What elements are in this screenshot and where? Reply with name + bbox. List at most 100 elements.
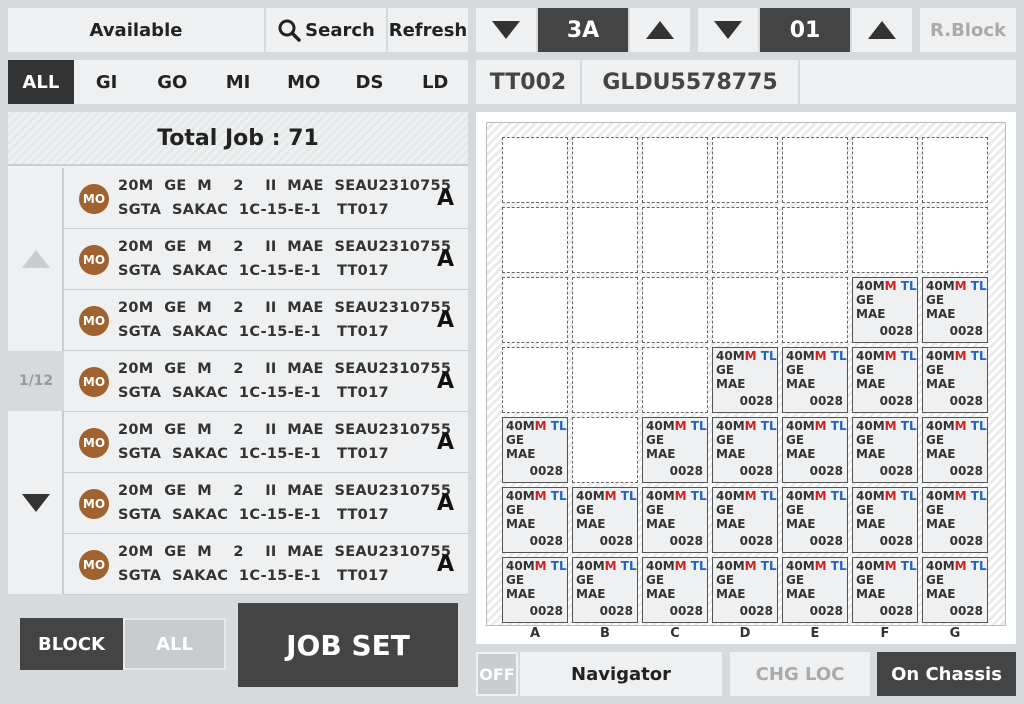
- slot-tl: TL: [970, 419, 987, 433]
- bay-slot-occupied[interactable]: 40MM TL GE MAE 0028: [852, 347, 918, 413]
- bay-slot-occupied[interactable]: 40MM TL GE MAE 0028: [782, 487, 848, 553]
- tab-gi[interactable]: GI: [74, 60, 140, 104]
- search-icon: [278, 19, 301, 42]
- bay-slot-occupied[interactable]: 40MM TL GE MAE 0028: [852, 417, 918, 483]
- tab-ds[interactable]: DS: [337, 60, 403, 104]
- bay-slot-empty[interactable]: [782, 277, 848, 343]
- bay-slot-occupied[interactable]: 40MM TL GE MAE 0028: [712, 347, 778, 413]
- tab-all[interactable]: ALL: [8, 60, 74, 104]
- slot-line-1: 40MM TL: [786, 489, 847, 503]
- bay-slot-empty[interactable]: [712, 137, 778, 203]
- on-chassis-label: On Chassis: [891, 663, 1002, 685]
- on-chassis-button[interactable]: On Chassis: [877, 652, 1016, 696]
- job-line-2: SGTA SAKAC 1C-15-E-1 TT017: [118, 202, 389, 218]
- bay-slot-occupied[interactable]: 40MM TL GE MAE 0028: [922, 487, 988, 553]
- bay-slot-empty[interactable]: [502, 347, 568, 413]
- bay-slot-empty[interactable]: [502, 207, 568, 273]
- slot-line-2: GE: [716, 503, 735, 517]
- bay-slot-occupied[interactable]: 40MM TL GE MAE 0028: [852, 277, 918, 343]
- slot-line-3: MAE: [786, 377, 816, 391]
- slot-tl: TL: [550, 489, 567, 503]
- job-line-2: SGTA SAKAC 1C-15-E-1 TT017: [118, 324, 389, 340]
- rblock-button[interactable]: R.Block: [920, 8, 1016, 52]
- bay-slot-occupied[interactable]: 40MM TL GE MAE 0028: [572, 557, 638, 623]
- slot-line-3: MAE: [856, 307, 886, 321]
- bay-slot-occupied[interactable]: 40MM TL GE MAE 0028: [712, 417, 778, 483]
- bay-slot-empty[interactable]: [712, 207, 778, 273]
- bay-slot-empty[interactable]: [572, 137, 638, 203]
- bay-down-button[interactable]: [476, 8, 536, 52]
- page-down-icon[interactable]: [22, 494, 50, 512]
- bay-slot-occupied[interactable]: 40MM TL GE MAE 0028: [922, 417, 988, 483]
- bay-slot-empty[interactable]: [572, 277, 638, 343]
- bay-slot-empty[interactable]: [572, 347, 638, 413]
- bay-slot-empty[interactable]: [922, 207, 988, 273]
- bay-slot-occupied[interactable]: 40MM TL GE MAE 0028: [712, 487, 778, 553]
- tab-mo[interactable]: MO: [271, 60, 337, 104]
- bay-slot-empty[interactable]: [852, 207, 918, 273]
- bay-slot-occupied[interactable]: 40MM TL GE MAE 0028: [642, 417, 708, 483]
- job-row[interactable]: MO 20M GE M 2 II MAE SEAU2310755 SGTA SAKA…: [64, 412, 468, 473]
- tab-mi[interactable]: MI: [205, 60, 271, 104]
- bay-slot-empty[interactable]: [922, 137, 988, 203]
- bay-slot-occupied[interactable]: 40MM TL GE MAE 0028: [852, 557, 918, 623]
- bay-slot-occupied[interactable]: 40MM TL GE MAE 0028: [502, 417, 568, 483]
- bay-slot-occupied[interactable]: 40MM TL GE MAE 0028: [922, 557, 988, 623]
- job-row[interactable]: MO 20M GE M 2 II MAE SEAU2310755 SGTA SAKA…: [64, 351, 468, 412]
- job-row[interactable]: MO 20M GE M 2 II MAE SEAU2310755 SGTA SAKA…: [64, 534, 468, 595]
- slot-line-3: MAE: [506, 447, 536, 461]
- slot-line-1: 40MM TL: [926, 349, 987, 363]
- bay-slot-occupied[interactable]: 40MM TL GE MAE 0028: [642, 487, 708, 553]
- bay-slot-occupied[interactable]: 40MM TL GE MAE 0028: [782, 557, 848, 623]
- bay-slot-empty[interactable]: [782, 207, 848, 273]
- slot-line-1: 40MM TL: [786, 349, 847, 363]
- bay-column-label: D: [739, 626, 751, 641]
- available-button[interactable]: Available: [8, 8, 264, 52]
- page-up-icon[interactable]: [22, 250, 50, 268]
- bay-slot-empty[interactable]: [572, 417, 638, 483]
- slot-size: 40M: [646, 559, 675, 573]
- bay-slot-occupied[interactable]: 40MM TL GE MAE 0028: [502, 487, 568, 553]
- bay-slot-empty[interactable]: [712, 277, 778, 343]
- bay-slot-empty[interactable]: [502, 277, 568, 343]
- tier-up-button[interactable]: [852, 8, 912, 52]
- search-button[interactable]: Search: [266, 8, 386, 52]
- toggle-block-option[interactable]: BLOCK: [20, 618, 123, 670]
- bay-slot-occupied[interactable]: 40MM TL GE MAE 0028: [502, 557, 568, 623]
- bay-slot-empty[interactable]: [642, 277, 708, 343]
- bay-slot-occupied[interactable]: 40MM TL GE MAE 0028: [922, 277, 988, 343]
- bay-slot-empty[interactable]: [572, 207, 638, 273]
- bay-slot-occupied[interactable]: 40MM TL GE MAE 0028: [852, 487, 918, 553]
- bay-slot-empty[interactable]: [642, 347, 708, 413]
- bay-slot-occupied[interactable]: 40MM TL GE MAE 0028: [572, 487, 638, 553]
- tab-ld[interactable]: LD: [402, 60, 468, 104]
- tier-down-button[interactable]: [698, 8, 758, 52]
- navigator-off-toggle[interactable]: OFF: [476, 652, 518, 696]
- bay-slot-occupied[interactable]: 40MM TL GE MAE 0028: [782, 347, 848, 413]
- job-row[interactable]: MO 20M GE M 2 II MAE SEAU2310755 SGTA SAKA…: [64, 473, 468, 534]
- job-set-button[interactable]: JOB SET: [238, 603, 458, 687]
- navigator-button[interactable]: Navigator: [520, 652, 722, 696]
- bay-slot-occupied[interactable]: 40MM TL GE MAE 0028: [642, 557, 708, 623]
- toggle-all-option[interactable]: ALL: [123, 618, 226, 670]
- job-row[interactable]: MO 20M GE M 2 II MAE SEAU2310755 SGTA SAKA…: [64, 168, 468, 229]
- bay-slot-empty[interactable]: [502, 137, 568, 203]
- tab-go[interactable]: GO: [139, 60, 205, 104]
- bay-slot-empty[interactable]: [642, 207, 708, 273]
- bay-slot-occupied[interactable]: 40MM TL GE MAE 0028: [922, 347, 988, 413]
- slot-line-2: GE: [856, 293, 875, 307]
- pager-column: 1/12: [8, 168, 64, 594]
- bay-slot-empty[interactable]: [852, 137, 918, 203]
- bay-slot-empty[interactable]: [782, 137, 848, 203]
- chg-loc-button[interactable]: CHG LOC: [730, 652, 870, 696]
- block-all-toggle[interactable]: BLOCK ALL: [20, 618, 226, 670]
- slot-size: 40M: [856, 559, 885, 573]
- refresh-button[interactable]: Refresh: [388, 8, 468, 52]
- navigator-label: Navigator: [571, 663, 671, 685]
- bay-slot-occupied[interactable]: 40MM TL GE MAE 0028: [782, 417, 848, 483]
- job-row[interactable]: MO 20M GE M 2 II MAE SEAU2310755 SGTA SAKA…: [64, 290, 468, 351]
- bay-slot-occupied[interactable]: 40MM TL GE MAE 0028: [712, 557, 778, 623]
- bay-slot-empty[interactable]: [642, 137, 708, 203]
- job-row[interactable]: MO 20M GE M 2 II MAE SEAU2310755 SGTA SAKA…: [64, 229, 468, 290]
- bay-up-button[interactable]: [630, 8, 690, 52]
